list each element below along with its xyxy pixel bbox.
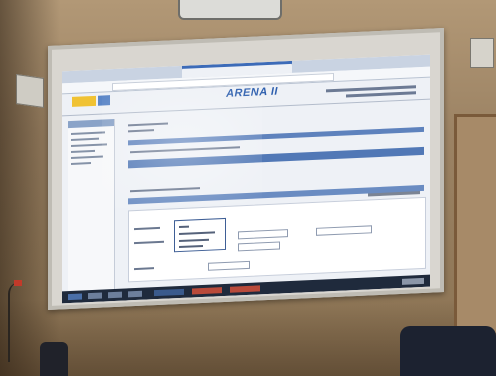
cable-plug xyxy=(14,280,22,286)
sidebar-item[interactable] xyxy=(71,162,91,165)
ceiling-projector-icon xyxy=(178,0,282,20)
app-logo xyxy=(72,95,96,107)
sidebar-item[interactable] xyxy=(71,149,95,153)
taskbar-window-button[interactable] xyxy=(154,288,184,297)
interactive-whiteboard: ARENA II xyxy=(48,28,444,310)
chair-back xyxy=(40,342,68,376)
door-frame xyxy=(454,114,496,336)
taskbar-window-button[interactable] xyxy=(192,287,222,295)
projector-glare xyxy=(102,82,262,210)
power-cable xyxy=(8,282,26,362)
backpack xyxy=(400,326,496,376)
dropdown-option[interactable] xyxy=(179,231,215,236)
wall-speaker-icon-right xyxy=(470,38,494,68)
taskbar-app-icon[interactable] xyxy=(88,292,102,300)
form-panel xyxy=(128,196,426,283)
dropdown-option[interactable] xyxy=(179,238,209,243)
dropdown-option[interactable] xyxy=(179,225,189,229)
taskbar-clock xyxy=(402,277,424,285)
dropdown-list[interactable] xyxy=(174,217,226,253)
start-icon[interactable] xyxy=(68,293,82,301)
sidebar-item[interactable] xyxy=(71,155,103,159)
dropdown-option[interactable] xyxy=(179,244,203,249)
taskbar-app-icon[interactable] xyxy=(128,290,142,298)
wall-speaker-icon xyxy=(16,74,44,108)
taskbar-window-button[interactable] xyxy=(230,285,260,293)
sidebar-item[interactable] xyxy=(71,131,105,135)
projected-screen: ARENA II xyxy=(62,54,430,304)
taskbar-app-icon[interactable] xyxy=(108,291,122,299)
sidebar-item[interactable] xyxy=(71,137,99,141)
header-info-line xyxy=(346,91,416,98)
